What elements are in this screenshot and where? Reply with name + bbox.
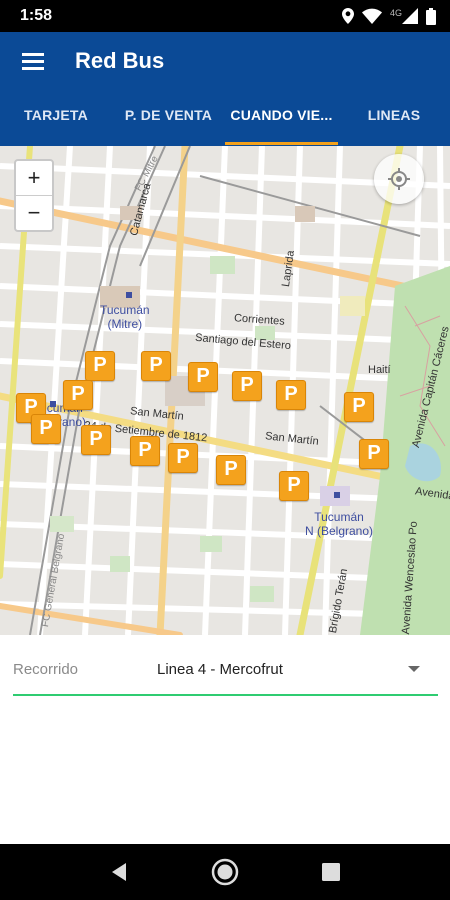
home-button[interactable]: [210, 857, 240, 887]
zoom-out-button[interactable]: −: [16, 196, 52, 230]
back-button[interactable]: [104, 857, 134, 887]
bus-stop-marker[interactable]: P: [130, 436, 160, 466]
system-nav-bar: [0, 844, 450, 900]
bus-stop-marker[interactable]: P: [276, 380, 306, 410]
my-location-icon: [388, 168, 410, 190]
route-underline: [13, 694, 438, 696]
map-label-tucuman-n-line2: N (Belgrano): [305, 524, 374, 538]
map-label-haiti: Haití: [368, 364, 391, 376]
map-label-tucuman-mitre-line2: (Mitre): [107, 317, 143, 331]
tab-tarjeta[interactable]: TARJETA: [0, 89, 112, 146]
recents-icon: [322, 863, 340, 881]
dropdown-arrow-icon[interactable]: [408, 666, 420, 672]
map-label-tucuman-n-line1: Tucumán: [314, 510, 364, 524]
map-label-tucuman-n: Tucumán N (Belgrano): [305, 510, 373, 538]
menu-icon[interactable]: [20, 50, 46, 72]
home-icon: [211, 858, 239, 886]
signal-icon: [402, 8, 418, 24]
bus-stop-marker[interactable]: P: [279, 471, 309, 501]
app-bar: Red Bus: [0, 32, 450, 89]
app-title: Red Bus: [75, 48, 165, 73]
tab-bar: TARJETA P. DE VENTA CUANDO VIE... LINEAS: [0, 89, 450, 146]
bus-stop-marker[interactable]: P: [31, 414, 61, 444]
bus-stop-marker[interactable]: P: [232, 371, 262, 401]
my-location-button[interactable]: [374, 154, 424, 204]
bus-stop-marker[interactable]: P: [141, 351, 171, 381]
back-icon: [112, 863, 126, 881]
status-time: 1:58: [20, 7, 53, 24]
bus-stop-marker[interactable]: P: [63, 380, 93, 410]
bus-stop-marker[interactable]: P: [81, 425, 111, 455]
bus-stop-marker[interactable]: P: [344, 392, 374, 422]
tab-puntos-de-venta[interactable]: P. DE VENTA: [112, 89, 225, 146]
bus-stop-marker[interactable]: P: [85, 351, 115, 381]
zoom-control: + −: [14, 159, 54, 232]
zoom-in-button[interactable]: +: [16, 161, 52, 195]
network-type: 4G: [389, 8, 402, 18]
route-label: Recorrido: [13, 661, 79, 678]
wifi-icon: [361, 8, 382, 24]
tab-indicator: [225, 142, 338, 145]
tab-lineas[interactable]: LINEAS: [338, 89, 450, 146]
bus-stop-marker[interactable]: P: [188, 362, 218, 392]
map-view[interactable]: Catamarca Tucumán (Mitre) Corrientes San…: [0, 146, 450, 635]
bus-stop-marker[interactable]: P: [168, 443, 198, 473]
map-label-tucuman-mitre-line1: Tucumán: [100, 303, 150, 317]
bus-stop-marker[interactable]: P: [359, 439, 389, 469]
map-label-tucuman-mitre: Tucumán (Mitre): [100, 303, 150, 331]
battery-icon: [426, 7, 436, 25]
recents-button[interactable]: [316, 857, 346, 887]
status-icons: 4G: [341, 6, 436, 26]
location-icon: [341, 8, 354, 24]
status-bar: 1:58 4G: [0, 0, 450, 32]
tab-cuando-viene[interactable]: CUANDO VIE...: [225, 89, 338, 146]
route-selected-value[interactable]: Linea 4 - Mercofrut: [157, 661, 283, 678]
bus-stop-marker[interactable]: P: [216, 455, 246, 485]
